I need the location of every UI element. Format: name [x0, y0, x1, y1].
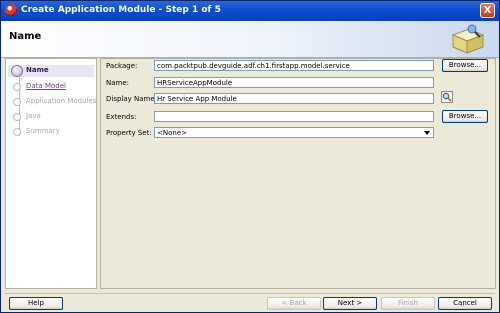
- step-icon: [13, 98, 21, 106]
- magnifier-icon: [442, 92, 452, 102]
- wizard-cube-icon: [451, 24, 485, 54]
- nav-step-data-model[interactable]: Data Model: [8, 81, 94, 93]
- title-bar: Create Application Module - Step 1 of 5 …: [1, 1, 499, 21]
- next-button[interactable]: Next >: [323, 297, 377, 310]
- display-name-field[interactable]: Hr Service App Module: [154, 93, 434, 104]
- property-set-value: <None>: [157, 129, 187, 137]
- nav-step-application-modules: Application Modules: [8, 96, 97, 108]
- nav-step-label: Name: [26, 66, 49, 74]
- name-label: Name:: [106, 79, 130, 87]
- footer-divider: [5, 293, 495, 294]
- step-icon: [13, 128, 21, 136]
- help-button[interactable]: Help: [9, 297, 63, 310]
- back-button[interactable]: < Back: [267, 297, 321, 310]
- search-icon-button[interactable]: [441, 91, 453, 103]
- property-set-select[interactable]: <None>: [154, 127, 434, 138]
- step-active-icon: [11, 65, 23, 77]
- wizard-window: Create Application Module - Step 1 of 5 …: [0, 0, 500, 313]
- package-label: Package:: [106, 62, 138, 70]
- cancel-button[interactable]: Cancel: [438, 297, 492, 310]
- display-name-label: Display Name:: [106, 95, 158, 103]
- property-set-label: Property Set:: [106, 129, 152, 137]
- page-title: Name: [9, 31, 42, 42]
- nav-step-label: Summary: [26, 127, 60, 135]
- window-title: Create Application Module - Step 1 of 5: [21, 5, 221, 15]
- close-button[interactable]: X: [480, 3, 495, 18]
- nav-step-summary: Summary: [8, 126, 94, 138]
- step-header: Name: [1, 21, 499, 58]
- chevron-down-icon: [424, 131, 430, 135]
- step-icon: [13, 113, 21, 121]
- step-icon: [13, 83, 21, 91]
- package-browse-button[interactable]: Browse...: [442, 59, 488, 72]
- nav-step-label: Application Modules: [26, 97, 97, 105]
- app-icon: [5, 4, 17, 16]
- extends-field[interactable]: [154, 111, 434, 122]
- finish-button[interactable]: Finish: [381, 297, 435, 310]
- extends-browse-button[interactable]: Browse...: [442, 110, 488, 123]
- name-field[interactable]: HRServiceAppModule: [154, 77, 434, 88]
- package-field[interactable]: com.packtpub.devguide.adf.ch1.firstapp.m…: [154, 60, 434, 71]
- nav-step-name[interactable]: Name: [8, 65, 94, 77]
- extends-label: Extends:: [106, 113, 137, 121]
- nav-step-java: Java: [8, 111, 94, 123]
- step-navigator: Name Data Model Application Modules Java…: [5, 58, 97, 289]
- nav-step-label: Java: [26, 112, 41, 120]
- nav-step-label: Data Model: [26, 82, 66, 90]
